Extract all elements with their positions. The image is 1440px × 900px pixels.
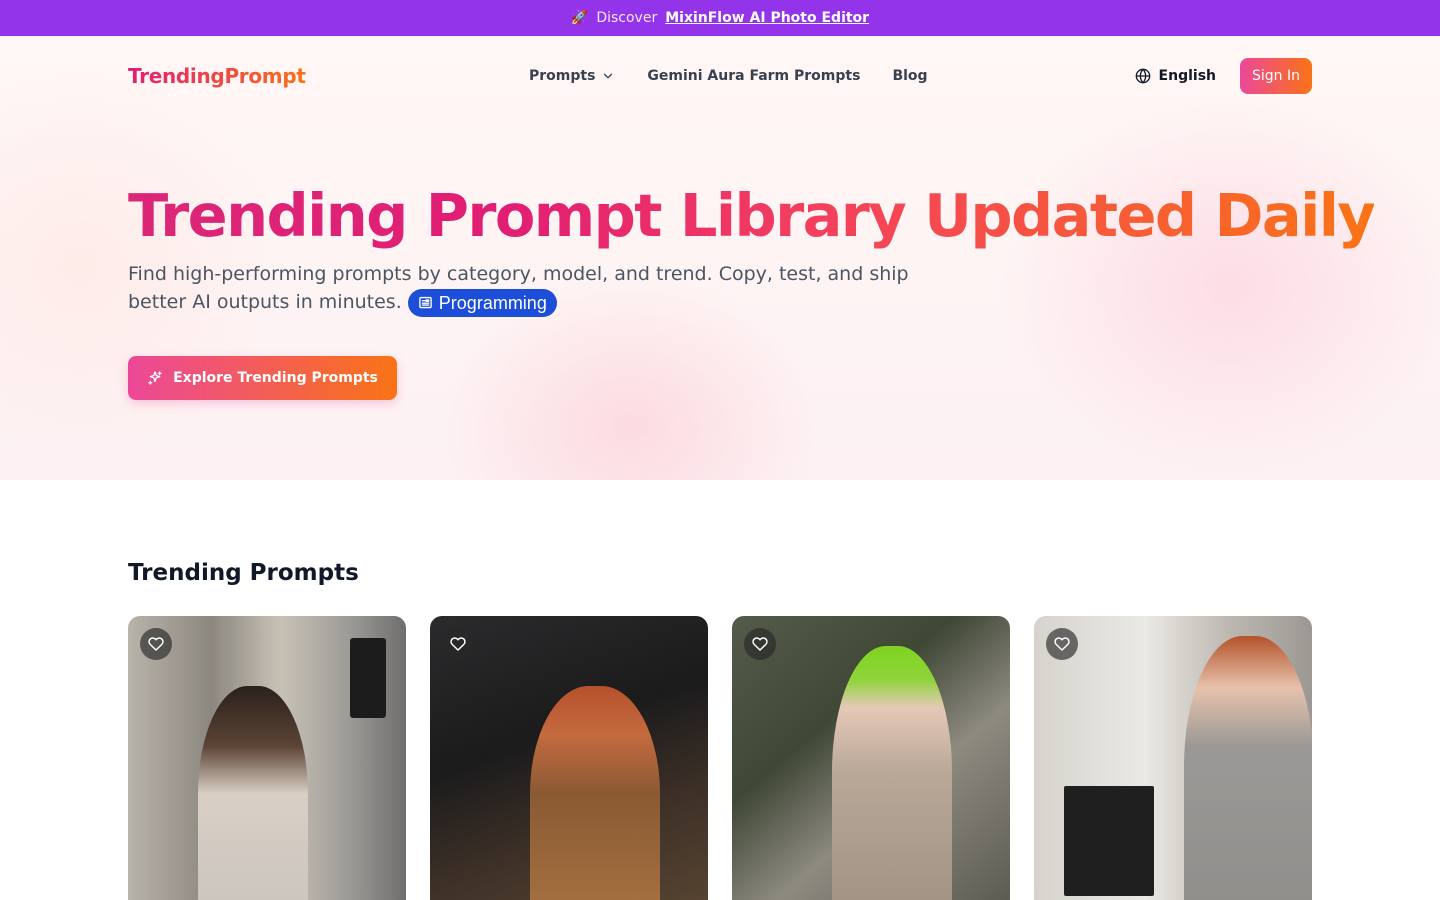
nav-item-gemini-aura[interactable]: Gemini Aura Farm Prompts	[647, 68, 860, 84]
card-image	[530, 686, 660, 900]
heart-icon	[752, 637, 768, 651]
announcement-link[interactable]: MixinFlow AI Photo Editor	[665, 10, 869, 26]
trending-cards	[128, 616, 1312, 900]
sign-in-button[interactable]: Sign In	[1240, 58, 1312, 94]
globe-icon	[1135, 68, 1150, 84]
chevron-down-icon	[604, 73, 613, 79]
favorite-button[interactable]	[744, 628, 776, 660]
nav-right: English Sign In	[1135, 58, 1312, 94]
card-image	[832, 646, 952, 900]
rocket-icon: 🚀	[570, 10, 589, 26]
newspaper-icon	[418, 296, 432, 309]
heart-icon	[148, 637, 164, 651]
category-badge[interactable]: Programming	[407, 288, 557, 317]
language-selector[interactable]: English	[1135, 68, 1216, 84]
explore-trending-label: Explore Trending Prompts	[173, 370, 378, 386]
nav-links: Prompts Gemini Aura Farm Prompts Blog	[529, 68, 928, 84]
heart-icon	[1054, 637, 1070, 651]
category-badge-label: Programming	[438, 292, 547, 313]
announcement-prefix: Discover	[596, 10, 658, 26]
card-image	[1184, 636, 1312, 900]
prompt-card[interactable]	[128, 616, 406, 900]
trending-section-title: Trending Prompts	[128, 560, 359, 586]
prompt-card[interactable]	[430, 616, 708, 900]
nav-item-label: Prompts	[529, 68, 596, 84]
nav-item-prompts[interactable]: Prompts	[529, 68, 615, 84]
hero-subtitle: Find high-performing prompts by category…	[128, 260, 928, 317]
sparkles-icon	[148, 371, 162, 385]
favorite-button[interactable]	[140, 628, 172, 660]
card-image	[198, 686, 308, 900]
nav-item-blog[interactable]: Blog	[892, 68, 927, 84]
prompt-card[interactable]	[732, 616, 1010, 900]
logo[interactable]: TrendingPrompt	[128, 64, 306, 88]
nav-item-label: Blog	[892, 68, 928, 84]
announcement-bar: 🚀 Discover MixinFlow AI Photo Editor	[0, 0, 1440, 36]
explore-trending-button[interactable]: Explore Trending Prompts	[128, 356, 397, 400]
prompt-card[interactable]	[1034, 616, 1312, 900]
top-nav: TrendingPrompt Prompts Gemini Aura Farm …	[128, 58, 1312, 94]
nav-item-label: Gemini Aura Farm Prompts	[647, 68, 861, 84]
heart-icon	[450, 637, 466, 651]
hero-section: TrendingPrompt Prompts Gemini Aura Farm …	[0, 36, 1440, 480]
hero-headline: Trending Prompt Library Updated Daily	[128, 181, 1376, 250]
language-label: English	[1158, 68, 1216, 84]
favorite-button[interactable]	[442, 628, 474, 660]
favorite-button[interactable]	[1046, 628, 1078, 660]
